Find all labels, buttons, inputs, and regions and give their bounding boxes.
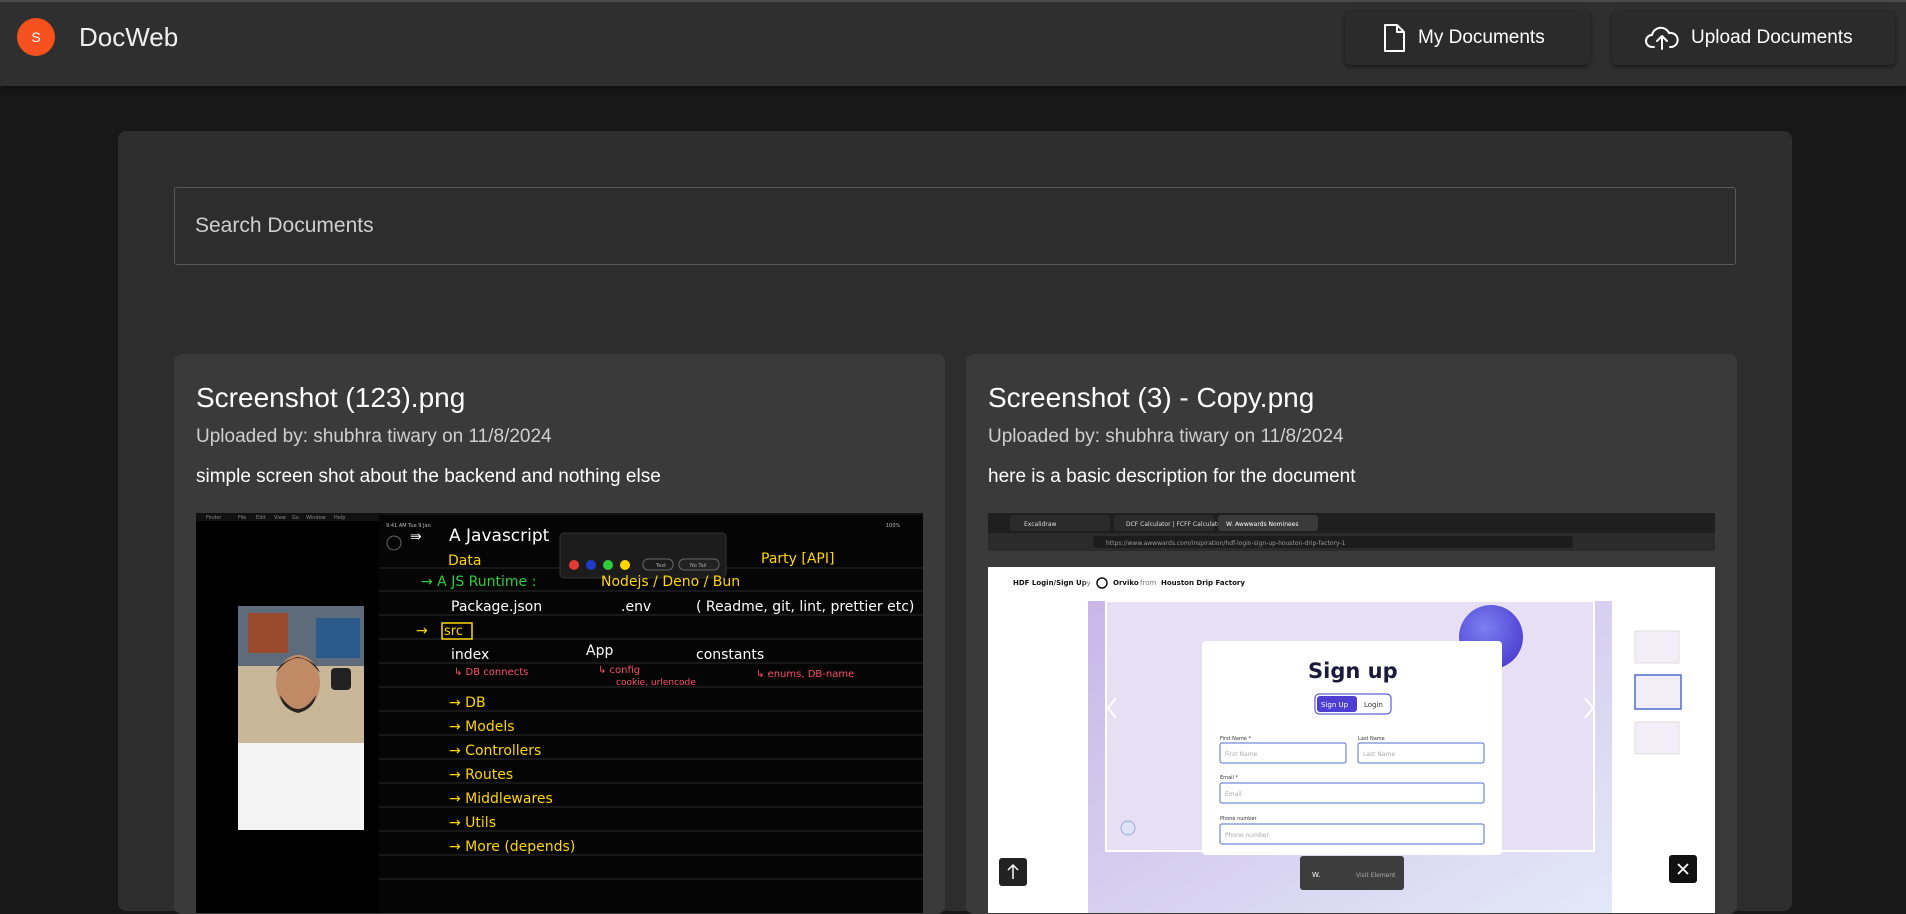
preview-note: Nodejs / Deno / Bun bbox=[601, 574, 740, 590]
preview-bottom-bar-w: W. bbox=[1312, 871, 1320, 879]
document-uploaded-info: Uploaded by: shubhra tiwary on 11/8/2024 bbox=[988, 426, 1344, 447]
preview-note: ( Readme, git, lint, prettier etc) bbox=[696, 599, 914, 615]
preview-form-label: Phone number bbox=[1220, 816, 1258, 822]
preview-status-time: 9:41 AM Tue 9 Jan bbox=[386, 523, 431, 529]
preview-form-placeholder: Email bbox=[1225, 791, 1242, 798]
preview-note: → Models bbox=[449, 719, 515, 735]
preview-form-placeholder: Phone number bbox=[1225, 832, 1269, 839]
document-uploaded-info: Uploaded by: shubhra tiwary on 11/8/2024 bbox=[196, 426, 552, 447]
preview-form-login-btn: Login bbox=[1364, 701, 1383, 709]
document-description: simple screen shot about the backend and… bbox=[196, 466, 661, 487]
preview-form-placeholder: Last Name bbox=[1363, 751, 1395, 758]
preview-toolbar-text: No Tail bbox=[690, 563, 706, 569]
preview-bottom-bar-text: Visit Element bbox=[1356, 872, 1396, 879]
preview-page-author: Orviko bbox=[1113, 579, 1139, 587]
document-preview-image[interactable]: Excalidraw DCF Calculator | FCFF Calcula… bbox=[988, 513, 1715, 913]
preview-note: Data bbox=[448, 553, 481, 569]
document-icon bbox=[1384, 24, 1405, 52]
preview-browser-tab: W. Awwwards Nominees bbox=[1226, 521, 1299, 528]
preview-page-title: HDF Login/Sign Up bbox=[1013, 579, 1087, 587]
preview-note: cookie, urlencode bbox=[616, 678, 696, 688]
user-avatar[interactable]: S bbox=[17, 18, 55, 56]
document-preview-image[interactable]: Finder File Edit View Go Window Help 9:4… bbox=[196, 513, 923, 913]
preview-note: → A JS Runtime : bbox=[421, 574, 536, 590]
preview-note: Package.json bbox=[451, 599, 542, 615]
search-documents-input[interactable] bbox=[174, 187, 1736, 265]
preview-note: → bbox=[416, 623, 428, 639]
preview-form-heading: Sign up bbox=[1308, 659, 1398, 683]
preview-page-studio: Houston Drip Factory bbox=[1161, 579, 1245, 587]
document-card[interactable]: Screenshot (3) - Copy.png Uploaded by: s… bbox=[966, 354, 1737, 914]
preview-note: Party [API] bbox=[761, 551, 834, 567]
document-title: Screenshot (123).png bbox=[196, 382, 466, 413]
preview-menu-item: Edit bbox=[256, 515, 266, 521]
preview-note: → Middlewares bbox=[449, 791, 553, 807]
preview-note: index bbox=[451, 647, 489, 663]
preview-status-battery: 100% bbox=[886, 523, 901, 529]
preview-form-label: First Name * bbox=[1220, 736, 1251, 742]
preview-menu-item: Help bbox=[334, 515, 345, 521]
preview-note: → DB bbox=[449, 695, 486, 711]
preview-menu-item: View bbox=[274, 515, 286, 521]
document-card[interactable]: Screenshot (123).png Uploaded by: shubhr… bbox=[174, 354, 945, 914]
preview-form-label: Last Name bbox=[1358, 736, 1385, 742]
preview-note: ↳ config bbox=[598, 665, 640, 676]
my-documents-label: My Documents bbox=[1418, 27, 1545, 48]
preview-page-by: by bbox=[1082, 579, 1091, 587]
preview-menu-item: File bbox=[238, 515, 246, 521]
preview-toolbar-text: Text bbox=[655, 563, 666, 569]
preview-form-label: Email * bbox=[1220, 775, 1238, 781]
preview-note: → Utils bbox=[449, 815, 496, 831]
preview-note: ↳ enums, DB-name bbox=[756, 669, 854, 680]
preview-browser-url: https://www.awwwards.com/inspiration/hdf… bbox=[1106, 540, 1346, 547]
preview-menu-item: Go bbox=[292, 515, 299, 521]
preview-menu-item: Finder bbox=[206, 515, 222, 521]
document-title: Screenshot (3) - Copy.png bbox=[988, 382, 1315, 413]
preview-page-from: from bbox=[1140, 579, 1156, 587]
preview-menu-item: Window bbox=[306, 515, 326, 521]
preview-note: → Controllers bbox=[449, 743, 541, 759]
cloud-upload-icon bbox=[1645, 26, 1679, 50]
preview-browser-tab: DCF Calculator | FCFF Calculator bbox=[1126, 521, 1224, 528]
document-description: here is a basic description for the docu… bbox=[988, 466, 1356, 487]
app-name[interactable]: DocWeb bbox=[79, 22, 178, 53]
preview-browser-tab: Excalidraw bbox=[1024, 521, 1056, 528]
preview-note: A Javascript bbox=[449, 526, 550, 546]
upload-documents-label: Upload Documents bbox=[1691, 27, 1853, 48]
my-documents-button[interactable]: My Documents bbox=[1345, 11, 1590, 65]
preview-form-signup-btn: Sign Up bbox=[1321, 701, 1349, 709]
top-app-bar: S DocWeb My Documents Upload Documents bbox=[0, 0, 1906, 86]
preview-note: → More (depends) bbox=[449, 839, 575, 855]
preview-note: constants bbox=[696, 647, 764, 663]
preview-note: App bbox=[586, 643, 613, 659]
preview-note: → Routes bbox=[449, 767, 513, 783]
preview-note: ⇛ bbox=[410, 529, 422, 545]
preview-form-placeholder: First Name bbox=[1225, 751, 1258, 758]
upload-documents-button[interactable]: Upload Documents bbox=[1612, 11, 1895, 65]
preview-note: src bbox=[444, 624, 463, 639]
preview-note: ↳ DB connects bbox=[454, 667, 528, 678]
preview-note: .env bbox=[621, 599, 651, 615]
